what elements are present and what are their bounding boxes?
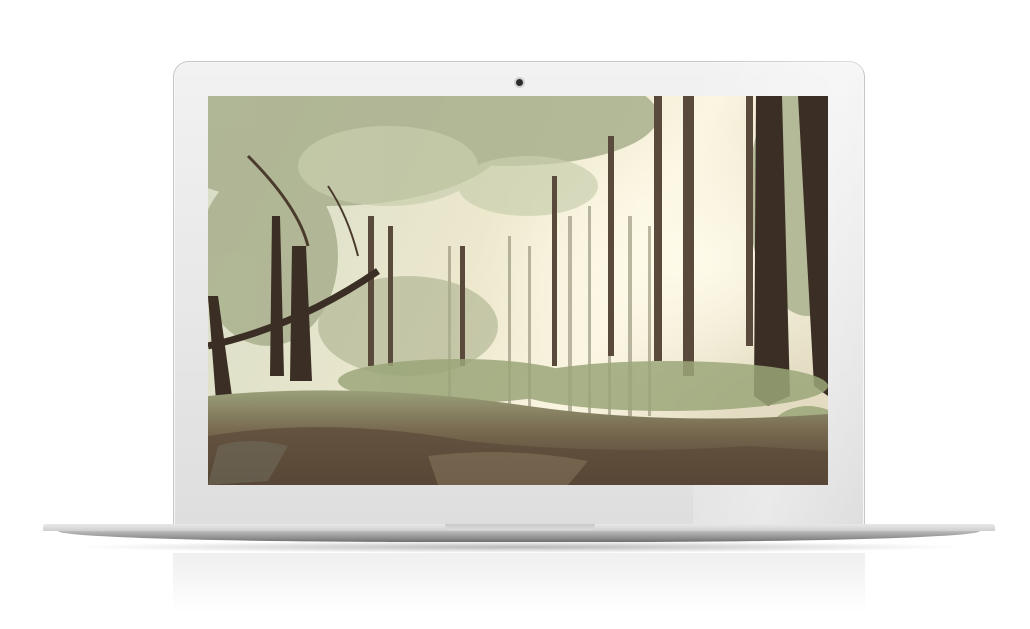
laptop-screen — [208, 96, 828, 485]
lid-opening-notch — [445, 524, 595, 530]
laptop-mockup — [0, 0, 1030, 629]
laptop-reflection — [173, 553, 865, 613]
webcam-icon — [516, 79, 523, 86]
base-shadow — [70, 541, 970, 553]
forest-wallpaper — [208, 96, 828, 485]
